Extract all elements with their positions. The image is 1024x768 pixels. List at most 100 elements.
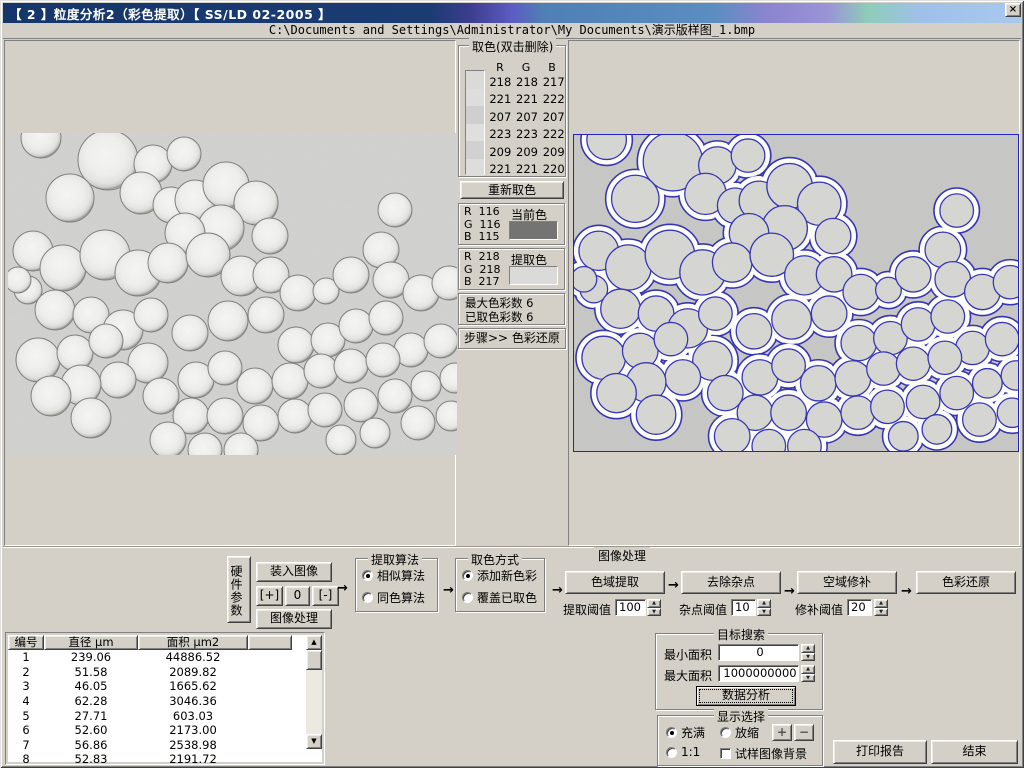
spin-down-icon[interactable]: ▼: [801, 674, 815, 683]
radio-label: 添加新色彩: [477, 567, 537, 584]
print-report-button[interactable]: 打印报告: [833, 740, 927, 764]
picked-color-swatch-strip[interactable]: [465, 70, 485, 175]
scroll-thumb[interactable]: [306, 650, 322, 670]
noise-threshold-spinner[interactable]: ▲▼: [757, 599, 771, 616]
process-section-caption: 图像处理: [594, 547, 650, 564]
scroll-down-icon[interactable]: ▼: [306, 734, 322, 749]
picked-colors-caption: 取色(双击删除): [469, 38, 556, 55]
picked-color-swatch[interactable]: [466, 71, 484, 89]
sample-bg-checkbox[interactable]: 试样图像背景: [720, 745, 807, 762]
table-row[interactable]: 527.71603.03: [8, 708, 292, 723]
picked-color-swatch[interactable]: [466, 141, 484, 159]
max-area-spinner[interactable]: ▲▼: [801, 665, 815, 682]
picked-color-row[interactable]: 221221222: [487, 91, 567, 109]
max-area-label: 最大面积: [664, 667, 712, 684]
table-row[interactable]: 462.283046.36: [8, 694, 292, 709]
repair-threshold-spinner[interactable]: ▲▼: [874, 599, 888, 616]
picked-color-row[interactable]: 207207207: [487, 108, 567, 126]
picked-color-row[interactable]: 218218217: [487, 73, 567, 91]
picked-color-swatch[interactable]: [466, 124, 484, 142]
title-bar[interactable]: 【 2 】粒度分析2（彩色提取）【 SS/LD 02-2005 】: [3, 3, 1021, 23]
zoom-out-button[interactable]: −: [794, 724, 814, 741]
remove-noise-button[interactable]: 去除杂点: [681, 571, 781, 594]
extract-threshold-input[interactable]: 100: [615, 599, 646, 616]
min-area-input[interactable]: 0: [718, 644, 799, 661]
data-analysis-button[interactable]: 数据分析: [696, 686, 796, 706]
close-button[interactable]: ×: [1005, 3, 1021, 17]
max-area-input[interactable]: 1000000000: [718, 665, 799, 682]
radio-icon: [362, 570, 373, 581]
table-row[interactable]: 1239.0644886.52: [8, 650, 292, 665]
spin-down-icon[interactable]: ▼: [874, 608, 888, 617]
picked-color-list[interactable]: 2182182172212212222072072072232232222092…: [487, 73, 567, 178]
results-table-body[interactable]: 1239.0644886.52251.582089.82346.051665.6…: [8, 650, 292, 767]
table-row[interactable]: 652.602173.00: [8, 723, 292, 738]
spin-up-icon[interactable]: ▲: [801, 644, 815, 653]
radio-label: 充满: [681, 724, 705, 741]
picked-color-row[interactable]: 221221220: [487, 161, 567, 179]
picked-color-swatch[interactable]: [466, 159, 484, 177]
spin-down-icon[interactable]: ▼: [757, 608, 771, 617]
radio-zoom-view[interactable]: 放缩: [720, 724, 759, 741]
repair-threshold-input[interactable]: 20: [847, 599, 872, 616]
spin-down-icon[interactable]: ▼: [647, 608, 661, 617]
color-restore-button[interactable]: 色彩还原: [916, 571, 1016, 594]
table-row[interactable]: 251.582089.82: [8, 665, 292, 680]
repick-color-button[interactable]: 重新取色: [460, 181, 564, 199]
picked-color-row[interactable]: 209209209: [487, 143, 567, 161]
min-area-spinner[interactable]: ▲▼: [801, 644, 815, 661]
table-scrollbar[interactable]: ▲ ▼: [306, 635, 322, 749]
end-button[interactable]: 结束: [931, 740, 1018, 764]
table-row[interactable]: 756.862538.98: [8, 738, 292, 753]
extract-threshold-spinner[interactable]: ▲▼: [647, 599, 661, 616]
section-divider: [3, 546, 1021, 548]
repair-threshold-label: 修补阈值: [795, 601, 843, 618]
spin-up-icon[interactable]: ▲: [801, 665, 815, 674]
spin-down-icon[interactable]: ▼: [801, 653, 815, 662]
col-header-id[interactable]: 编号: [8, 635, 44, 650]
frame-minus-button[interactable]: [-]: [312, 586, 339, 606]
zoom-in-button[interactable]: +: [772, 724, 792, 741]
table-row[interactable]: 346.051665.62: [8, 679, 292, 694]
results-table: 编号 直径 μm 面积 μm2 1239.0644886.52251.58208…: [5, 632, 325, 765]
frame-counter-value: 0: [285, 586, 310, 606]
spin-up-icon[interactable]: ▲: [757, 599, 771, 608]
checkbox-icon: [720, 748, 731, 759]
scroll-up-icon[interactable]: ▲: [306, 635, 322, 650]
load-image-button[interactable]: 装入图像: [256, 562, 332, 582]
source-micrograph-image[interactable]: [8, 133, 457, 455]
radio-one-to-one[interactable]: 1:1: [666, 745, 700, 759]
hardware-params-button[interactable]: 硬件参数: [227, 556, 251, 623]
extract-gamut-button[interactable]: 色域提取: [565, 571, 665, 594]
radio-fill-view[interactable]: 充满: [666, 724, 705, 741]
current-color-box: R 116 G 116 B 115 当前色: [458, 203, 565, 245]
image-process-button[interactable]: 图像处理: [256, 609, 332, 629]
radio-label: 同色算法: [377, 589, 425, 606]
radio-label: 覆盖已取色: [477, 589, 537, 606]
col-header-area[interactable]: 面积 μm2: [138, 635, 248, 650]
radio-label: 相似算法: [377, 567, 425, 584]
target-search-group: 目标搜索 最小面积 0 ▲▼ 最大面积 1000000000 ▲▼ 数据分析: [655, 633, 823, 710]
target-search-caption: 目标搜索: [714, 626, 768, 643]
col-header-diameter[interactable]: 直径 μm: [44, 635, 138, 650]
picked-color-row[interactable]: 223223222: [487, 126, 567, 144]
table-row[interactable]: 852.832191.72: [8, 752, 292, 767]
picked-color-swatch[interactable]: [466, 89, 484, 107]
file-path-bar: C:\Documents and Settings\Administrator\…: [3, 23, 1021, 39]
radio-similar-algo[interactable]: 相似算法: [362, 567, 425, 584]
radio-add-new-color[interactable]: 添加新色彩: [462, 567, 537, 584]
col-header-blank[interactable]: [248, 635, 292, 650]
spin-up-icon[interactable]: ▲: [874, 599, 888, 608]
spin-up-icon[interactable]: ▲: [647, 599, 661, 608]
radio-samecolor-algo[interactable]: 同色算法: [362, 589, 425, 606]
picked-color-swatch[interactable]: [466, 106, 484, 124]
radio-icon: [362, 592, 373, 603]
frame-plus-button[interactable]: [+]: [256, 586, 283, 606]
color-pick-column: 取色(双击删除) RGB 218218217221221222207207207…: [456, 40, 568, 546]
extraction-result-image[interactable]: [573, 134, 1019, 452]
results-table-inner: 编号 直径 μm 面积 μm2 1239.0644886.52251.58208…: [8, 635, 322, 762]
area-repair-button[interactable]: 空域修补: [797, 571, 897, 594]
radio-overwrite-color[interactable]: 覆盖已取色: [462, 589, 537, 606]
noise-threshold-input[interactable]: 10: [731, 599, 756, 616]
pick-mode-group: 取色方式 添加新色彩 覆盖已取色: [455, 558, 545, 612]
